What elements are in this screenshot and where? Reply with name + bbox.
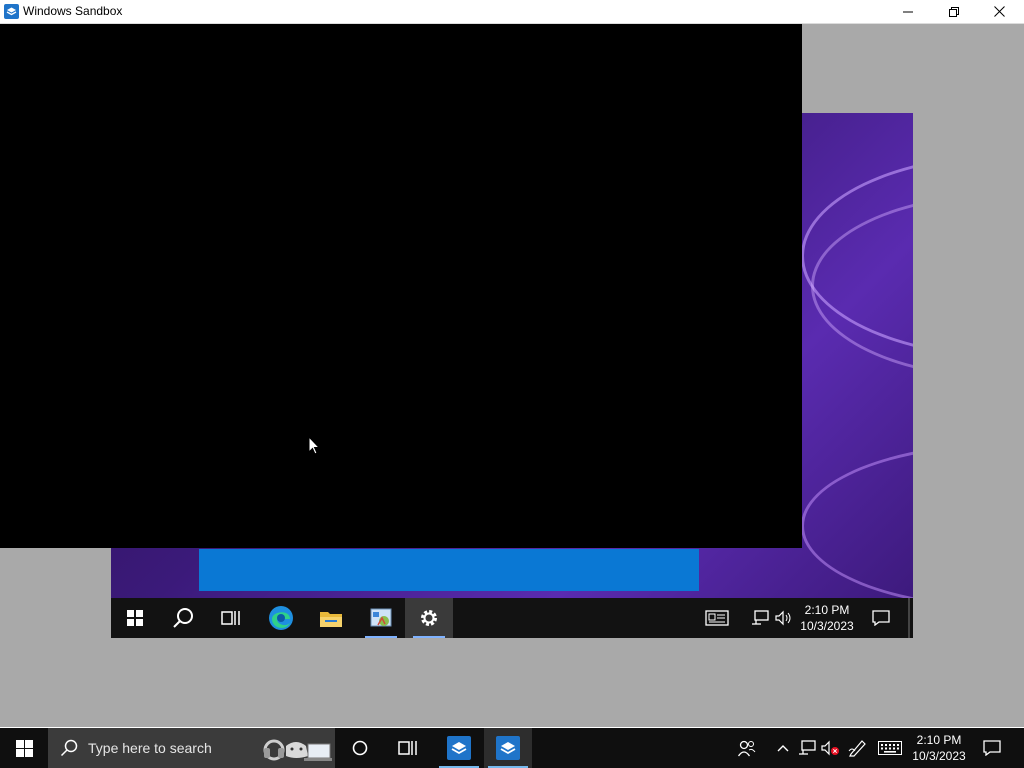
task-view-button[interactable]	[384, 728, 432, 768]
clock-time: 2:10 PM	[916, 733, 962, 747]
news-icon	[705, 610, 729, 626]
people-icon	[738, 740, 756, 757]
sandbox-date: 10/3/2023	[800, 619, 854, 633]
search-highlight-image	[263, 739, 332, 761]
search-icon	[60, 739, 78, 757]
minimize-icon	[903, 11, 913, 12]
sandbox-taskbar-button[interactable]	[435, 728, 483, 768]
action-center-icon	[983, 740, 1001, 756]
cortana-button[interactable]	[336, 728, 384, 768]
start-icon	[127, 610, 143, 626]
taskbar: Type here to search 2:10 PM 10/3/2023	[0, 728, 1024, 768]
control-panel-icon	[370, 608, 392, 627]
clock-date: 10/3/2023	[912, 749, 966, 763]
volume-muted-icon	[821, 740, 839, 756]
sandbox-icon	[447, 736, 471, 760]
edge-icon	[269, 606, 293, 630]
restore-icon	[949, 6, 959, 17]
sandbox-time: 2:10 PM	[804, 603, 850, 617]
cortana-icon	[352, 740, 368, 756]
sandbox-black-window[interactable]	[0, 24, 802, 548]
sandbox-start-button[interactable]	[111, 598, 159, 638]
touch-keyboard-button[interactable]	[876, 728, 904, 768]
action-center-icon	[872, 610, 890, 626]
sandbox-action-center-button[interactable]	[870, 608, 892, 628]
keyboard-icon	[878, 741, 902, 755]
sandbox-taskbar-button-active[interactable]	[484, 728, 532, 768]
show-hidden-icons-button[interactable]	[772, 728, 794, 768]
pen-icon	[848, 740, 866, 757]
sandbox-edge-button[interactable]	[257, 598, 305, 638]
volume-icon	[775, 610, 791, 626]
close-icon	[993, 6, 1005, 17]
search-placeholder: Type here to search	[88, 740, 212, 756]
title-bar[interactable]: Windows Sandbox	[0, 0, 1024, 24]
task-view-icon	[398, 741, 417, 755]
sandbox-search-button[interactable]	[159, 598, 207, 638]
network-icon	[799, 740, 816, 755]
sandbox-volume-button[interactable]	[773, 608, 795, 628]
file-explorer-icon	[320, 612, 342, 627]
search-box[interactable]: Type here to search	[48, 728, 335, 768]
sandbox-client-area[interactable]: 2:10 PM 10/3/2023	[0, 24, 1024, 727]
action-center-button[interactable]	[978, 728, 1006, 768]
restore-button[interactable]	[931, 0, 977, 23]
people-button[interactable]	[734, 728, 760, 768]
sandbox-icon	[4, 4, 19, 19]
sandbox-news-button[interactable]	[704, 608, 730, 628]
sandbox-file-explorer-button[interactable]	[307, 598, 355, 638]
settings-icon	[421, 610, 437, 626]
sandbox-taskbar: 2:10 PM 10/3/2023	[111, 598, 913, 638]
start-icon	[15, 739, 33, 757]
close-button[interactable]	[976, 0, 1022, 23]
startup-progress-bar	[199, 549, 699, 591]
sandbox-icon-active	[496, 736, 520, 760]
network-button[interactable]	[796, 728, 818, 768]
start-button[interactable]	[0, 728, 48, 768]
task-view-icon	[221, 611, 240, 625]
sandbox-control-panel-button[interactable]	[357, 598, 405, 638]
show-desktop-button[interactable]	[908, 598, 910, 638]
sandbox-task-view-button[interactable]	[207, 598, 255, 638]
minimize-button[interactable]	[885, 0, 931, 23]
pen-workspace-button[interactable]	[846, 728, 870, 768]
sandbox-clock[interactable]: 2:10 PM 10/3/2023	[797, 602, 857, 634]
network-icon	[752, 610, 769, 625]
clock[interactable]: 2:10 PM 10/3/2023	[906, 732, 972, 764]
mouse-cursor-icon	[308, 436, 320, 455]
chevron-up-icon	[777, 745, 789, 752]
sandbox-network-button[interactable]	[749, 608, 771, 628]
window-title: Windows Sandbox	[23, 4, 123, 18]
sandbox-settings-button[interactable]	[405, 598, 453, 638]
wallpaper-swirl	[801, 443, 913, 609]
volume-button[interactable]	[819, 728, 841, 768]
search-icon	[173, 608, 193, 628]
